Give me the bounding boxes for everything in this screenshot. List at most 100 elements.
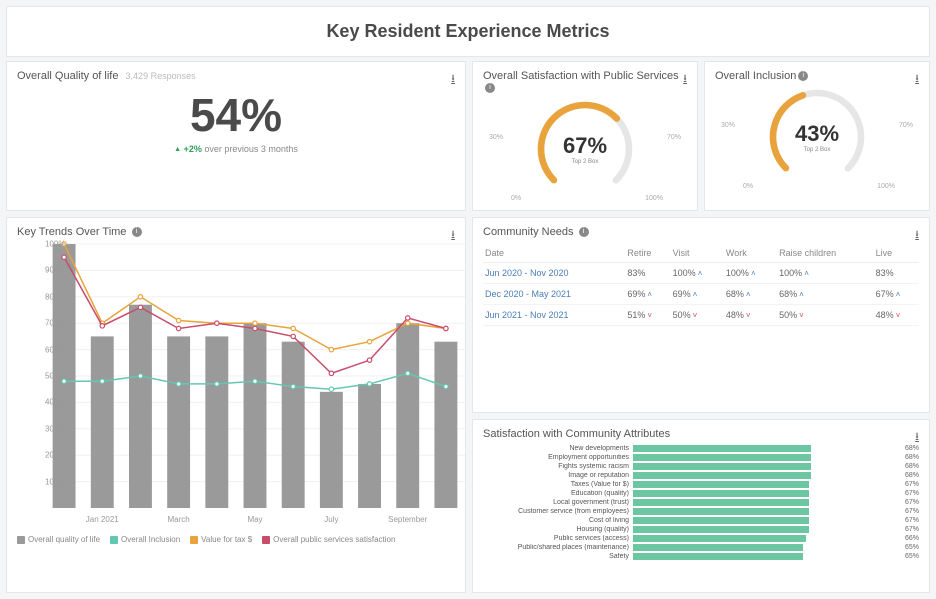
gauge: 43%Top 2 Box30%70%0%100% [715, 82, 919, 192]
sat-bar-row: Safety 65% [483, 552, 919, 561]
table-row: Dec 2020 - May 202169%˄69%˄68%˄68%˄67%˄ [483, 284, 919, 305]
sat-bar-row: New developments68% [483, 444, 919, 453]
chevron-down-icon: ˅ [647, 311, 652, 320]
sat-bar-row: Fights systemic racism 68% [483, 462, 919, 471]
trend-up-icon: ▲ [174, 146, 181, 153]
table-row: Jun 2021 - Nov 202151%˅50%˅48%˅50%˅48%˅ [483, 305, 919, 326]
sat-bar-row: Local government (trust) 67% [483, 498, 919, 507]
sat-label: Education (quality) [483, 490, 633, 497]
sat-bar-row: Employment opportunities 68% [483, 453, 919, 462]
download-icon[interactable]: ⭳ [683, 70, 687, 89]
sat-value: 68% [895, 472, 919, 479]
sat-label: Fights systemic racism [483, 463, 633, 470]
needs-date[interactable]: Dec 2020 - May 2021 [483, 284, 625, 305]
needs-date[interactable]: Jun 2020 - Nov 2020 [483, 263, 625, 284]
chevron-up-icon: ˄ [751, 269, 756, 278]
sat-label: Local government (trust) [483, 499, 633, 506]
info-icon[interactable]: i [798, 71, 808, 81]
card-quality-of-life: Overall Quality of life 3,429 Responses … [6, 61, 466, 211]
needs-date[interactable]: Jun 2021 - Nov 2021 [483, 305, 625, 326]
sat-bar-row: Housing (quality) 67% [483, 525, 919, 534]
card-satisfaction: Satisfaction with Community Attributes ⭳… [472, 419, 930, 593]
sat-bar-row: Cost of living 67% [483, 516, 919, 525]
sat-value: 65% [895, 553, 919, 560]
gauge-row: Overall Satisfaction with Public Service… [472, 61, 930, 211]
gauge-value: 43% [795, 121, 839, 147]
info-icon[interactable]: i [485, 83, 495, 93]
sat-label: Cost of living [483, 517, 633, 524]
chevron-down-icon: ˅ [693, 311, 698, 320]
chevron-up-icon: ˄ [799, 290, 804, 299]
dashboard-grid: Overall Quality of life 3,429 Responses … [0, 61, 936, 599]
legend-item: Overall public services satisfaction [262, 535, 395, 544]
sat-value: 67% [895, 499, 919, 506]
sat-bar-row: Public/shared places (maintenance) 65% [483, 543, 919, 552]
trends-chart: 10%20%30%40%50%60%70%80%90%100% Overall … [17, 244, 455, 544]
sat-value: 68% [895, 454, 919, 461]
sat-bar-row: Education (quality) 67% [483, 489, 919, 498]
download-icon[interactable]: ⭳ [915, 428, 919, 447]
card-community-needs: Community Needs i ⭳ DateRetireVisitWorkR… [472, 217, 930, 413]
trends-legend: Overall quality of life Overall Inclusion… [17, 535, 455, 544]
chevron-up-icon: ˄ [698, 269, 703, 278]
gauge-value: 67% [563, 133, 607, 159]
sat-label: Image or reputation [483, 472, 633, 479]
download-icon[interactable]: ⭳ [915, 226, 919, 245]
sat-bar-row: Image or reputation 68% [483, 471, 919, 480]
qol-value: 54% [17, 88, 455, 142]
needs-table: DateRetireVisitWorkRaise childrenLive Ju… [483, 244, 919, 326]
sat-label: New developments [483, 445, 633, 452]
qol-responses: 3,429 Responses [126, 71, 196, 81]
chevron-up-icon: ˄ [647, 290, 652, 299]
card-gauge-public-services: Overall Satisfaction with Public Service… [472, 61, 698, 211]
sat-value: 67% [895, 508, 919, 515]
chevron-down-icon: ˅ [896, 311, 901, 320]
gauge-title: Overall Inclusion [715, 70, 796, 82]
chevron-up-icon: ˄ [746, 290, 751, 299]
chevron-up-icon: ˄ [693, 290, 698, 299]
sat-label: Safety [483, 553, 633, 560]
chevron-down-icon: ˅ [799, 311, 804, 320]
download-icon[interactable]: ⭳ [451, 226, 455, 245]
card-gauge-inclusion: Overall Inclusioni⭳43%Top 2 Box30%70%0%1… [704, 61, 930, 211]
sat-chart: New developments68%Employment opportunit… [483, 444, 919, 561]
gauge-sub: Top 2 Box [563, 159, 607, 165]
qol-title: Overall Quality of life [17, 70, 118, 82]
sat-bar-row: Public services (access) 66% [483, 534, 919, 543]
sat-bar-row: Customer service (from employees) 67% [483, 507, 919, 516]
table-row: Jun 2020 - Nov 202083%100%˄100%˄100%˄83% [483, 263, 919, 284]
gauge-title: Overall Satisfaction with Public Service… [483, 70, 679, 82]
legend-item: Overall Inclusion [110, 535, 180, 544]
legend-item: Value for tax $ [190, 535, 252, 544]
sat-value: 68% [895, 463, 919, 470]
gauge: 67%Top 2 Box30%70%0%100% [483, 94, 687, 204]
sat-label: Taxes (Value for $) [483, 481, 633, 488]
info-icon[interactable]: i [579, 227, 589, 237]
sat-title: Satisfaction with Community Attributes [483, 428, 670, 440]
sat-label: Public services (access) [483, 535, 633, 542]
chevron-up-icon: ˄ [804, 269, 809, 278]
trends-title: Key Trends Over Time [17, 226, 126, 238]
sat-bar-row: Taxes (Value for $) 67% [483, 480, 919, 489]
sat-label: Housing (quality) [483, 526, 633, 533]
sat-value: 67% [895, 526, 919, 533]
sat-value: 67% [895, 517, 919, 524]
qol-delta: ▲ +2% over previous 3 months [17, 144, 455, 154]
gauge-sub: Top 2 Box [795, 147, 839, 153]
sat-label: Public/shared places (maintenance) [483, 544, 633, 551]
chevron-down-icon: ˅ [746, 311, 751, 320]
card-trends: Key Trends Over Time i ⭳ 10%20%30%40%50%… [6, 217, 466, 593]
sat-value: 66% [895, 535, 919, 542]
needs-title: Community Needs [483, 226, 573, 238]
legend-item: Overall quality of life [17, 535, 100, 544]
info-icon[interactable]: i [132, 227, 142, 237]
page-title: Key Resident Experience Metrics [7, 21, 929, 42]
sat-value: 67% [895, 481, 919, 488]
sat-value: 65% [895, 544, 919, 551]
sat-label: Customer service (from employees) [483, 508, 633, 515]
download-icon[interactable]: ⭳ [451, 70, 455, 89]
page-header: Key Resident Experience Metrics [6, 6, 930, 57]
sat-value: 67% [895, 490, 919, 497]
chevron-up-icon: ˄ [896, 290, 901, 299]
sat-label: Employment opportunities [483, 454, 633, 461]
